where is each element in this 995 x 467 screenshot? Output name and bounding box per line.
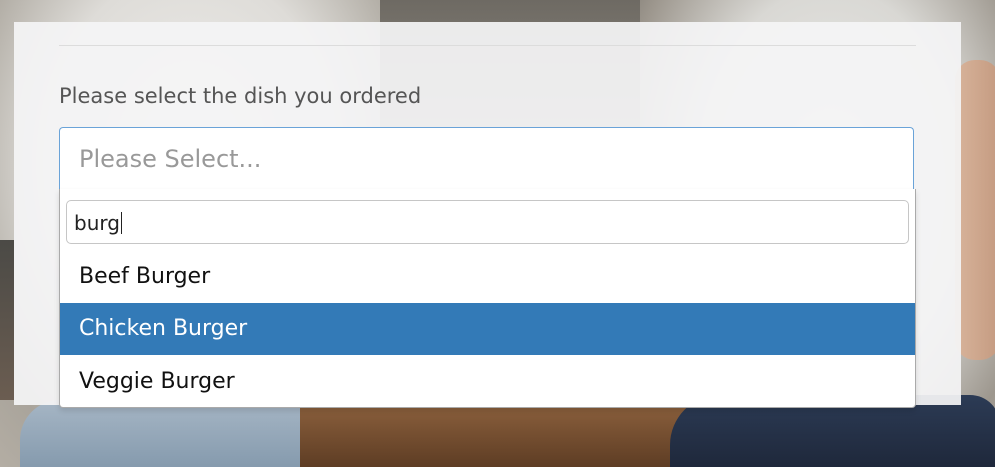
option-label: Chicken Burger — [79, 316, 248, 341]
background-arm-right — [955, 60, 995, 360]
text-caret — [120, 212, 122, 234]
dropdown-search-field[interactable]: burg — [66, 200, 909, 244]
dish-dropdown: burg Beef Burger Chicken Burger Veggie B… — [59, 189, 916, 408]
option-label: Veggie Burger — [79, 369, 235, 394]
dropdown-search-input[interactable]: burg — [74, 211, 122, 235]
dish-select[interactable]: Please Select... — [59, 127, 914, 189]
option-chicken-burger[interactable]: Chicken Burger — [60, 303, 915, 355]
option-veggie-burger[interactable]: Veggie Burger — [60, 356, 915, 408]
section-divider — [59, 45, 916, 46]
option-beef-burger[interactable]: Beef Burger — [60, 251, 915, 303]
dish-field-label: Please select the dish you ordered — [59, 84, 422, 108]
dish-select-placeholder: Please Select... — [79, 145, 262, 173]
option-label: Beef Burger — [79, 264, 211, 289]
background-left-edge — [0, 240, 14, 400]
background-table — [300, 405, 720, 467]
dropdown-search-value: burg — [74, 211, 120, 235]
